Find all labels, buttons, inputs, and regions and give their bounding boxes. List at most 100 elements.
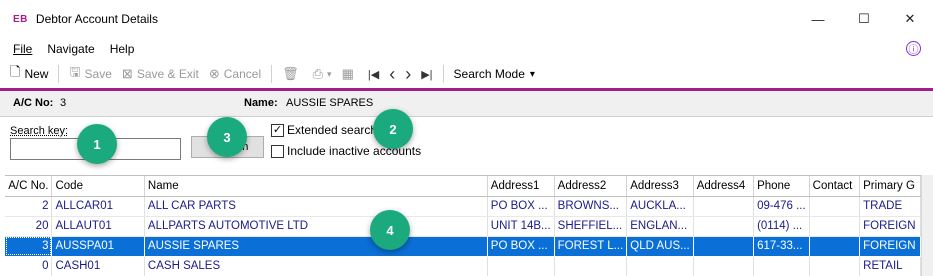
table-cell: SHEFFIEL... — [554, 216, 628, 237]
accounts-grid: A/C No. Code Name Address1 Address2 Addr… — [5, 175, 921, 276]
delete-button[interactable]: 🗑 — [282, 66, 303, 82]
vertical-scrollbar[interactable] — [921, 175, 933, 276]
table-cell — [809, 196, 861, 217]
search-mode-label: Search Mode — [453, 67, 525, 81]
title-bar: EB Debtor Account Details — ☐ ✕ — [0, 0, 933, 38]
menu-help[interactable]: Help — [110, 42, 135, 56]
search-mode-dropdown[interactable]: Search Mode ▾ — [454, 67, 535, 81]
table-cell: FOREST L... — [554, 236, 628, 257]
inactive-accounts-checkbox[interactable] — [271, 144, 284, 158]
save-exit-icon: ⊠ — [121, 66, 133, 81]
table-cell: BROWNS... — [554, 196, 628, 217]
table-row[interactable]: 20 ALLAUT01 ALLPARTS AUTOMOTIVE LTD UNIT… — [5, 216, 921, 237]
table-cell: RETAIL — [859, 256, 921, 276]
table-cell: 3 — [5, 236, 53, 257]
table-cell — [487, 256, 555, 276]
account-number-value: 3 — [60, 97, 67, 109]
account-number-label: A/C No: — [13, 97, 54, 109]
account-name-label: Name: — [244, 97, 278, 109]
print-button[interactable]: ⎙ ▾ — [313, 66, 332, 82]
table-cell: ALL CAR PARTS — [144, 196, 488, 217]
close-button[interactable]: ✕ — [887, 0, 933, 38]
table-cell: TRADE — [859, 196, 921, 217]
column-header[interactable]: Name — [144, 176, 488, 197]
toolbar-divider — [442, 65, 444, 83]
table-cell: PO BOX ... — [487, 196, 555, 217]
window-title: Debtor Account Details — [35, 12, 158, 26]
printer-icon: ⎙ — [312, 66, 324, 81]
table-cell: 09-476 ... — [753, 196, 810, 217]
annotation-marker-2: 2 — [373, 109, 413, 149]
table-cell — [809, 256, 861, 276]
column-header[interactable]: Address2 — [554, 176, 628, 197]
app-logo-icon: EB — [13, 13, 28, 25]
toolbar-divider — [271, 65, 273, 83]
column-header[interactable]: Contact — [809, 176, 861, 197]
table-row-selected[interactable]: 3 AUSSPA01 AUSSIE SPARES PO BOX ... FORE… — [5, 236, 921, 257]
last-record-button[interactable]: ▶| — [421, 68, 432, 81]
grid-header-row: A/C No. Code Name Address1 Address2 Addr… — [5, 176, 921, 197]
extended-search-checkbox[interactable]: ✓ — [271, 123, 284, 137]
table-row[interactable]: 2 ALLCAR01 ALL CAR PARTS PO BOX ... BROW… — [5, 196, 921, 217]
menu-file[interactable]: File — [13, 42, 32, 56]
annotation-marker-3: 3 — [207, 117, 247, 157]
column-header[interactable]: Address4 — [693, 176, 755, 197]
table-cell: 0 — [5, 256, 53, 276]
column-header[interactable]: Address3 — [626, 176, 694, 197]
column-header[interactable]: Primary G — [859, 176, 921, 197]
trash-icon: 🗑 — [282, 66, 299, 81]
table-cell: 20 — [5, 216, 53, 237]
table-row[interactable]: 0 CASH01 CASH SALES RETAIL — [5, 256, 921, 276]
info-icon[interactable]: ⓘ — [906, 41, 921, 56]
new-button-label: New — [24, 67, 49, 81]
cancel-button[interactable]: ⊗ Cancel — [209, 66, 261, 82]
table-cell: (0114) ... — [753, 216, 810, 237]
cancel-icon: ⊗ — [208, 66, 220, 81]
table-cell: FOREIGN — [859, 236, 921, 257]
table-cell: CASH01 — [51, 256, 145, 276]
menu-bar: File Navigate Help ⓘ — [0, 38, 933, 60]
table-cell: AUCKLA... — [626, 196, 694, 217]
save-button-label: Save — [84, 67, 112, 81]
search-key-label: Search key: — [10, 125, 69, 137]
maximize-button[interactable]: ☐ — [841, 0, 887, 38]
table-cell: AUSSPA01 — [51, 236, 145, 257]
table-cell: ENGLAN... — [626, 216, 694, 237]
extended-search-label: Extended search — [287, 123, 378, 137]
previous-record-button[interactable]: ‹ — [389, 64, 395, 85]
column-header[interactable]: Phone — [753, 176, 810, 197]
extended-search-option[interactable]: ✓ Extended search — [271, 123, 377, 137]
table-cell: 2 — [5, 196, 53, 217]
table-cell: QLD AUS... — [626, 236, 694, 257]
save-button[interactable]: 🖫 Save — [69, 63, 111, 85]
calendar-icon: ▦ — [341, 66, 354, 81]
first-record-button[interactable]: |◀ — [368, 68, 379, 81]
table-cell — [809, 236, 861, 257]
next-record-button[interactable]: › — [405, 64, 411, 85]
save-exit-button-label: Save & Exit — [136, 67, 199, 81]
table-cell — [554, 256, 628, 276]
table-cell: AUSSIE SPARES — [144, 236, 488, 257]
cancel-button-label: Cancel — [223, 67, 262, 81]
table-cell: 617-33... — [753, 236, 810, 257]
table-cell — [693, 196, 755, 217]
column-header[interactable]: A/C No. — [5, 176, 53, 197]
table-cell: UNIT 14B... — [487, 216, 555, 237]
toolbar: 🗋 New 🖫 Save ⊠ Save & Exit ⊗ Cancel 🗑 ⎙ ▾… — [0, 62, 933, 86]
column-header[interactable]: Address1 — [487, 176, 555, 197]
table-cell — [809, 216, 861, 237]
table-cell — [753, 256, 810, 276]
minimize-button[interactable]: — — [795, 0, 841, 38]
column-header[interactable]: Code — [51, 176, 145, 197]
save-exit-button[interactable]: ⊠ Save & Exit — [122, 66, 199, 82]
table-cell — [693, 236, 755, 257]
table-cell — [626, 256, 694, 276]
save-disk-icon: 🖫 — [69, 64, 81, 79]
table-cell: ALLCAR01 — [51, 196, 145, 217]
table-cell: ALLPARTS AUTOMOTIVE LTD — [144, 216, 488, 237]
table-cell — [693, 256, 755, 276]
menu-navigate[interactable]: Navigate — [47, 42, 94, 56]
account-name-value: AUSSIE SPARES — [286, 97, 374, 109]
new-button[interactable]: 🗋 New — [10, 63, 48, 85]
calendar-button[interactable]: ▦ — [342, 66, 358, 82]
